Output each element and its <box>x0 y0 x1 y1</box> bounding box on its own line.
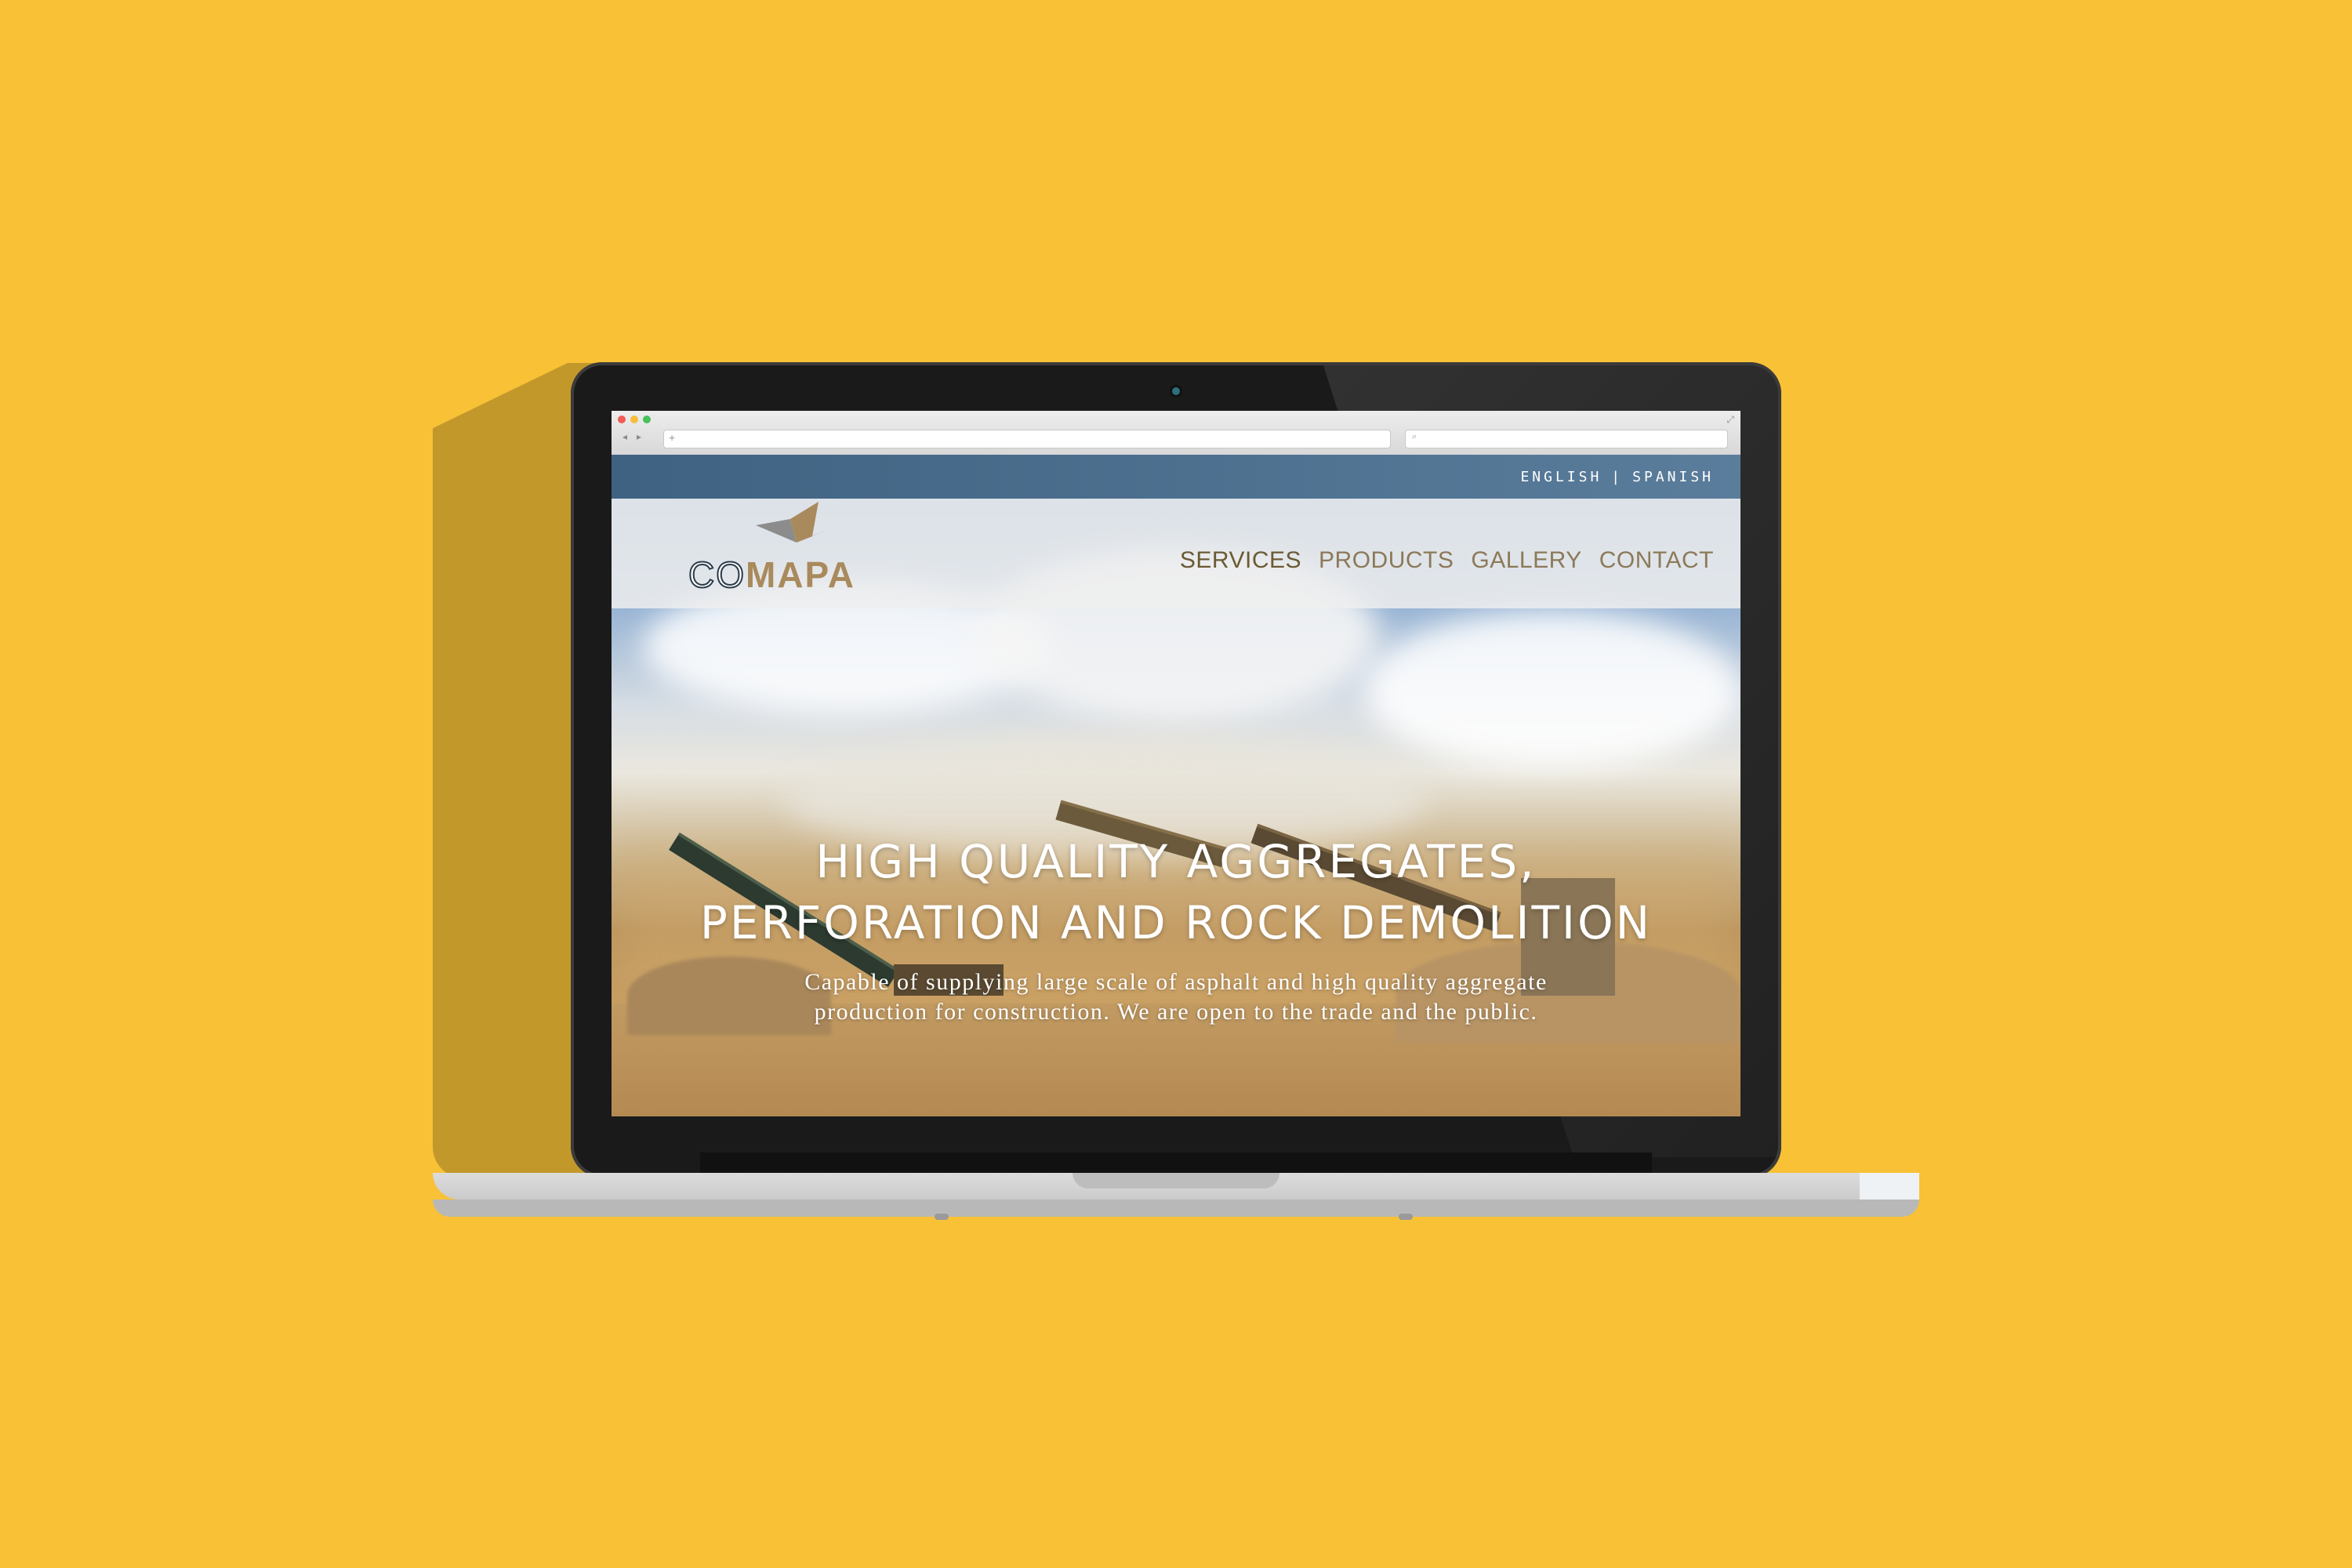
laptop-base-lip <box>433 1200 1919 1217</box>
hero-subtitle-line-1: Capable of supplying large scale of asph… <box>804 969 1548 995</box>
forward-arrow-icon[interactable]: ▸ <box>637 431 641 442</box>
hero-title-line-1: HIGH QUALITY AGGREGATES, <box>815 835 1537 888</box>
nav-gallery[interactable]: GALLERY <box>1471 547 1581 574</box>
logo-wordmark: COMAPA <box>688 554 855 596</box>
language-switcher: ENGLISH | SPANISH <box>1520 469 1714 485</box>
laptop-base-highlight <box>1860 1173 1919 1200</box>
plus-icon[interactable]: + <box>669 431 675 444</box>
website: ENGLISH | SPANISH COMAPA SERVICES PRODUCTS… <box>612 455 1740 1116</box>
laptop-foot <box>935 1214 949 1220</box>
hero-subtitle: Capable of supplying large scale of asph… <box>612 967 1740 1027</box>
language-bar: ENGLISH | SPANISH <box>612 455 1740 499</box>
main-navigation: SERVICES PRODUCTS GALLERY CONTACT <box>1180 547 1714 574</box>
language-english-link[interactable]: ENGLISH <box>1520 469 1602 485</box>
laptop-foot <box>1399 1214 1413 1220</box>
laptop-hinge-notch <box>1073 1173 1279 1189</box>
logo-text-mapa: MAPA <box>746 554 856 595</box>
language-separator: | <box>1611 469 1624 485</box>
back-arrow-icon[interactable]: ◂ <box>622 431 627 442</box>
browser-toolbar: ◂ ▸ + ⌕ ⤢ <box>612 411 1740 456</box>
search-icon: ⌕ <box>1412 432 1417 441</box>
hero-subtitle-line-2: production for construction. We are open… <box>814 999 1538 1025</box>
screen-bezel-bottom <box>700 1152 1652 1173</box>
hero-content: HIGH QUALITY AGGREGATES, PERFORATION AND… <box>612 831 1740 1027</box>
webcam-icon <box>1172 387 1180 395</box>
expand-icon[interactable]: ⤢ <box>1726 414 1734 426</box>
cloud <box>1364 612 1740 768</box>
comapa-logo[interactable]: COMAPA <box>688 502 900 599</box>
language-spanish-link[interactable]: SPANISH <box>1632 469 1714 485</box>
nav-products[interactable]: PRODUCTS <box>1319 547 1454 574</box>
minimize-window-button[interactable] <box>630 416 638 423</box>
hero-title-line-2: PERFORATION AND ROCK DEMOLITION <box>699 896 1653 949</box>
zoom-window-button[interactable] <box>643 416 651 423</box>
browser-search-field[interactable]: ⌕ <box>1405 430 1728 448</box>
laptop-screen: ◂ ▸ + ⌕ ⤢ ENGLISH | SPANISH COMAPA SERVI… <box>612 411 1740 1116</box>
address-bar[interactable]: + <box>663 430 1391 448</box>
logo-mark-icon <box>756 502 831 543</box>
nav-contact[interactable]: CONTACT <box>1599 547 1714 574</box>
hero-title: HIGH QUALITY AGGREGATES, PERFORATION AND… <box>612 831 1740 953</box>
close-window-button[interactable] <box>618 416 626 423</box>
nav-services[interactable]: SERVICES <box>1180 547 1301 574</box>
logo-text-co: CO <box>688 554 746 596</box>
